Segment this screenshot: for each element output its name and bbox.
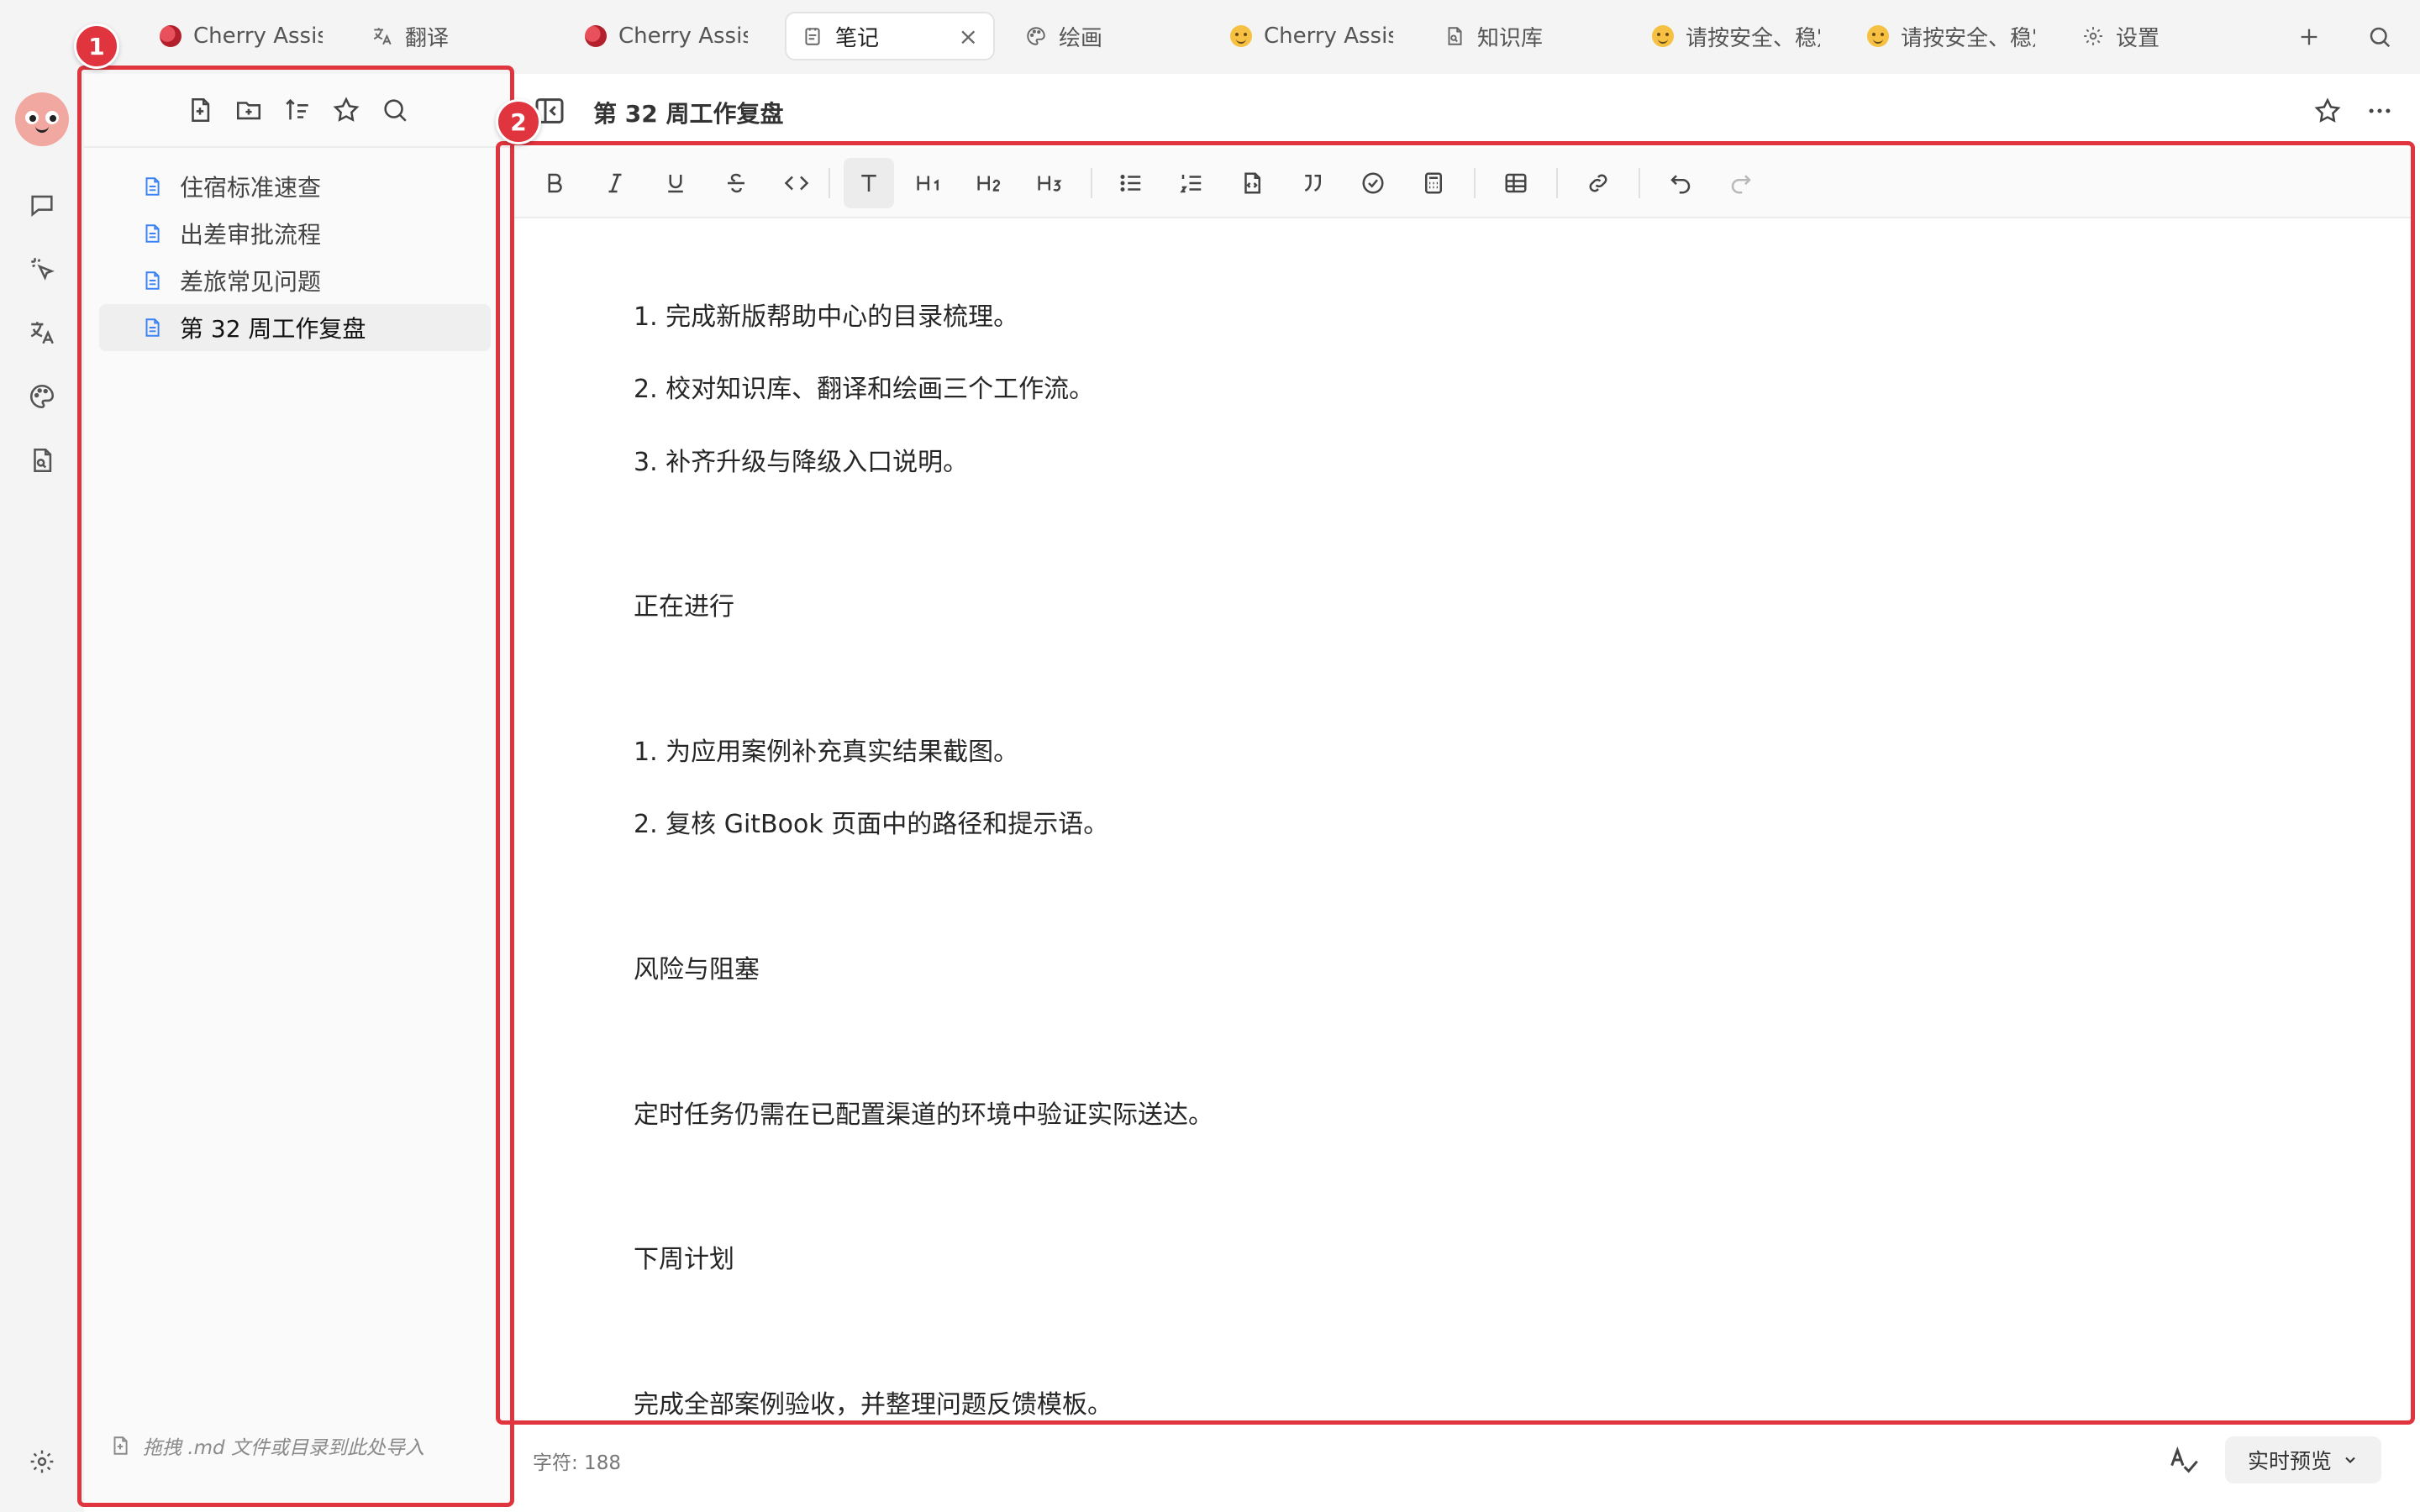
- preview-mode-label: 实时预览: [2247, 1449, 2332, 1473]
- page-title: 第 32 周工作复盘: [593, 100, 784, 128]
- smiley-emoji-icon: [1652, 25, 1674, 47]
- new-tab-button[interactable]: [2291, 18, 2328, 55]
- translate-icon: [373, 28, 392, 45]
- preview-mode-select[interactable]: 实时预览: [2225, 1436, 2381, 1483]
- editor-header: 第 32 周工作复盘: [514, 74, 2420, 148]
- cherry-emoji-icon: [585, 25, 607, 47]
- star-icon: [2314, 97, 2341, 123]
- tab-label: 翻译: [405, 25, 450, 51]
- palette-icon: [29, 384, 55, 409]
- gear-icon: [30, 1450, 54, 1473]
- tab-bar: Cherry Assista 翻译 Cherry Assista 笔记 × 绘画…: [0, 0, 2420, 74]
- chat-nav-button[interactable]: [24, 186, 60, 223]
- favorite-button[interactable]: [2309, 92, 2346, 129]
- status-bar: 字符: 188 实时预览: [514, 1428, 2420, 1492]
- avatar[interactable]: [15, 92, 69, 146]
- agents-nav-button[interactable]: [24, 250, 60, 287]
- annotation-box-2: [496, 141, 2415, 1425]
- tab-knowledge-base[interactable]: 知识库: [1428, 12, 1580, 60]
- translate-nav-button[interactable]: [24, 314, 60, 351]
- annotation-badge-2: 2: [496, 99, 541, 144]
- tab-chat-2[interactable]: 请按安全、稳定: [1852, 12, 2050, 60]
- avatar-eye: [45, 111, 59, 124]
- knowledge-file-icon: [34, 448, 52, 473]
- chat-bubble-icon: [31, 195, 53, 217]
- tab-painting[interactable]: 绘画: [1010, 12, 1136, 60]
- translate-icon: [30, 322, 54, 344]
- painting-nav-button[interactable]: [24, 378, 60, 415]
- annotation-badge-1: 1: [74, 24, 119, 69]
- tab-label: 笔记: [835, 25, 880, 51]
- settings-nav-button[interactable]: [24, 1443, 60, 1480]
- global-search-button[interactable]: [2361, 18, 2398, 55]
- tab-label: Cherry Assista: [618, 24, 748, 49]
- knowledge-nav-button[interactable]: [24, 442, 60, 479]
- plus-icon: [2301, 29, 2317, 45]
- tab-label: 设置: [2116, 25, 2160, 51]
- tab-label: 绘画: [1059, 25, 1103, 51]
- tab-cherry-assistant-2[interactable]: Cherry Assista: [570, 12, 763, 60]
- more-horizontal-icon: [2369, 108, 2391, 113]
- tab-label: Cherry Assista: [1264, 24, 1393, 49]
- tab-cherry-assistant-1[interactable]: Cherry Assista: [145, 12, 338, 60]
- tab-label: 请按安全、稳定: [1901, 25, 2035, 51]
- annotation-box-1: [77, 66, 514, 1507]
- spellcheck-icon[interactable]: [2166, 1443, 2200, 1477]
- tab-label: Cherry Assista: [193, 24, 323, 49]
- left-rail: [0, 74, 84, 1512]
- palette-icon: [1027, 27, 1045, 45]
- tab-chat-1[interactable]: 请按安全、稳定: [1637, 12, 1835, 60]
- character-count: 字符: 188: [533, 1452, 621, 1474]
- tab-label: 知识库: [1477, 25, 1544, 51]
- search-icon: [2370, 27, 2391, 48]
- close-icon[interactable]: ×: [959, 23, 978, 50]
- notes-icon: [805, 28, 820, 45]
- chevron-down-icon: [2345, 1457, 2355, 1463]
- tab-label: 请按安全、稳定: [1686, 25, 1820, 51]
- avatar-eye: [25, 111, 39, 124]
- tab-notes[interactable]: 笔记 ×: [785, 12, 995, 60]
- more-options-button[interactable]: [2361, 92, 2398, 129]
- sparkle-cursor-icon: [31, 258, 55, 281]
- smiley-emoji-icon: [1867, 25, 1889, 47]
- tab-settings[interactable]: 设置: [2067, 12, 2193, 60]
- gear-icon: [2084, 27, 2102, 45]
- knowledge-file-icon: [1448, 27, 1462, 45]
- tab-cherry-assistant-3[interactable]: Cherry Assista: [1215, 12, 1408, 60]
- cherry-emoji-icon: [160, 25, 182, 47]
- tab-translate[interactable]: 翻译: [356, 12, 482, 60]
- avatar-mouth: [35, 126, 49, 133]
- smiley-emoji-icon: [1230, 25, 1252, 47]
